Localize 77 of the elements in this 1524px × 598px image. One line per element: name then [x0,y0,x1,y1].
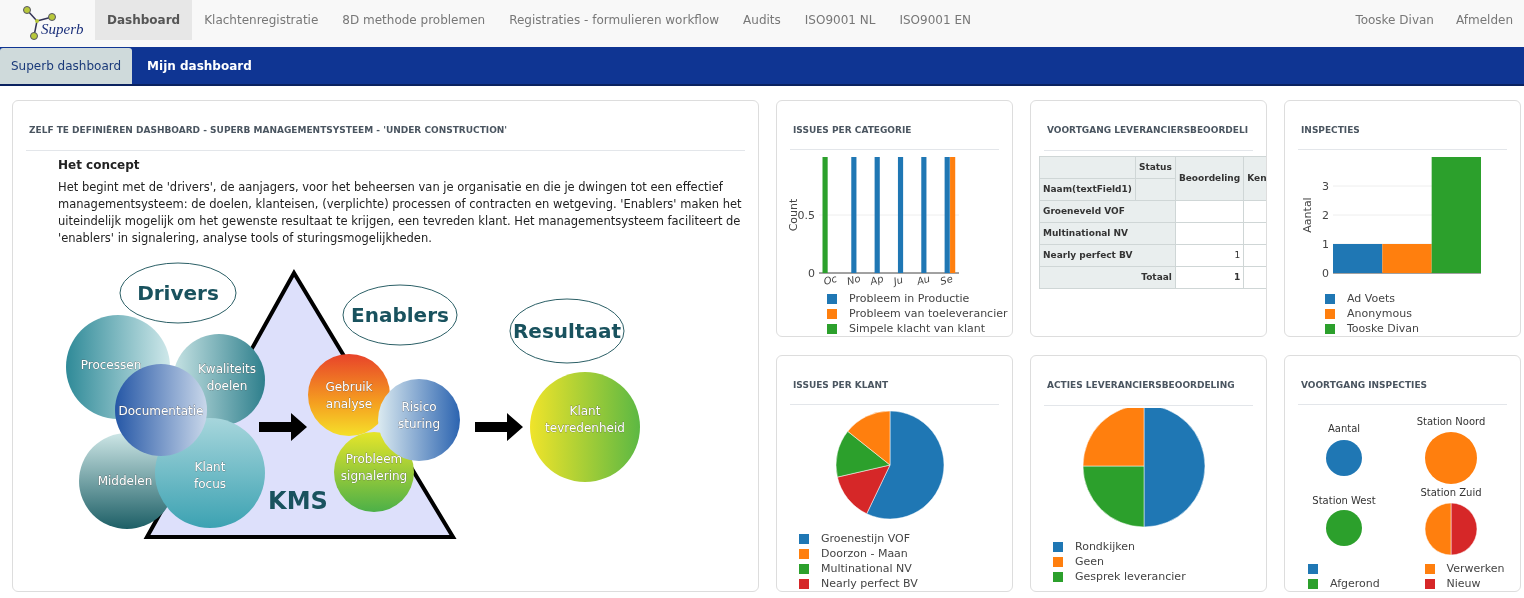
legend-label: Doorzon - Maan [821,545,908,562]
legend-label: Groenestijn VOF [821,530,910,547]
y-tick-label: 2 [1322,209,1329,222]
dashboard-tab[interactable]: Mijn dashboard [132,48,267,84]
nav-link[interactable]: ISO9001 NL [792,0,888,40]
nav-link[interactable]: ISO9001 EN [887,0,983,40]
user-link[interactable]: Tooske Divan [1343,0,1446,40]
x-tick-label: Ap [869,272,885,287]
bar [1333,244,1383,273]
y-tick-label: 3 [1322,180,1329,193]
table-header: Ken [1243,156,1266,201]
legend-label: Probleem van toeleverancier [849,305,1008,322]
x-tick-label: No [845,272,862,287]
diagram-label: Processen [80,358,142,372]
legend-label: Anonymous [1347,305,1412,322]
dashboard-tab[interactable]: Superb dashboard [0,48,133,84]
diagram-label: Kwaliteits doelen [197,362,257,393]
row-header: Nearly perfect BV [1039,244,1176,267]
card-title: ISSUES PER KLANT [793,380,889,390]
legend-label: Nieuw [1446,575,1481,591]
legend-label: Gesprek leverancier [1075,568,1186,585]
diagram-label: Klant tevredenheid [545,404,625,435]
diagram-label: Enablers [351,303,449,327]
legend-label: Tooske Divan [1347,320,1420,336]
diagram-label: Probleem signalering [340,452,408,483]
section-heading: Het concept [58,157,141,174]
intro-paragraph: Het begint met de 'drivers', de aanjagers, voor het beheersen van je organisatie en die je dwingen tot een effectief managementsysteem: de doelen, klanteisen, (verplichte) processen of contracten en wetgeving. 'Enablers' maken het uiteindelijk mogelijk om het gewenste resultaat te krijgen, een tevreden klant. Het managementsysteem faciliteert de 'enablers' in signalering, analyse tools of sturingsmogelijkheden. [58,179,743,247]
y-axis-title: Aantal [1301,197,1314,233]
diagram-label: Resultaat [512,319,622,343]
row-header: Multinational NV [1039,222,1176,245]
diagram-label: Gebruik analyse [325,380,373,411]
y-tick-label: 1 [1322,238,1329,251]
pie-title: Station West [1312,494,1376,506]
x-tick-label: Ju [892,273,905,287]
x-tick-label: Se [939,273,954,287]
row-header: Groeneveld VOF [1039,200,1176,223]
diagram-label: Middelen [97,474,153,488]
legend-label: Nearly perfect BV [821,575,918,591]
superb-logo[interactable]: Superb [0,0,95,47]
legend-label: Afgerond [1330,575,1380,591]
pie-title: Aantal [1327,422,1361,434]
nav-link[interactable]: Klachtenregistratie [192,0,331,40]
logout-link[interactable]: Afmelden [1445,0,1524,40]
table-header: Beoordeling [1175,156,1244,201]
card-title: VOORTGANG INSPECTIES [1301,380,1427,390]
table-header: Status [1135,156,1176,179]
pie-title: Station Noord [1416,415,1486,427]
diagram-label: KMS [268,487,328,515]
card-title: ACTIES LEVERANCIERSBEOORDELING [1047,380,1235,390]
x-tick-label: Oc [822,272,839,287]
diagram-label: Risico sturing [397,400,441,431]
y-axis-title: Count [787,198,800,232]
table-header: Naam(textField1) [1039,178,1136,201]
legend-label: Rondkijken [1075,538,1136,555]
diagram-label: Klant focus [194,460,226,491]
legend-label: Verwerken [1446,560,1505,577]
nav-link[interactable]: 8D methode problemen [330,0,498,40]
x-tick-label: Au [915,272,932,287]
legend-label: Geen [1075,553,1105,570]
total-label: Totaal [1039,266,1176,289]
card-title: INSPECTIES [1301,125,1360,135]
nav-link[interactable]: Registraties - formulieren workflow [497,0,732,40]
pie-title: Station Zuid [1420,486,1482,498]
y-tick-label: 0.5 [797,209,815,222]
y-tick-label: 0 [808,267,815,280]
nav-link[interactable]: Dashboard [95,0,193,40]
legend-label: Simpele klacht van klant [849,320,985,336]
legend-label: Multinational NV [821,560,912,577]
nav-link[interactable]: Audits [731,0,793,40]
diagram-label: Drivers [137,281,219,305]
card-title: VOORTGANG LEVERANCIERSBEOORDELI [1047,125,1249,135]
diagram-label: Documentatie [118,404,204,418]
legend-label: Probleem in Productie [849,290,970,307]
card-title: ZELF TE DEFINIËREN DASHBOARD - SUPERB MANAGEMENTSYSTEEM - 'UNDER CONSTRUCTION' [29,125,508,135]
card-title: ISSUES PER CATEGORIE [793,125,912,135]
legend-label: Ad Voets [1347,290,1396,307]
y-tick-label: 0 [1322,267,1329,280]
